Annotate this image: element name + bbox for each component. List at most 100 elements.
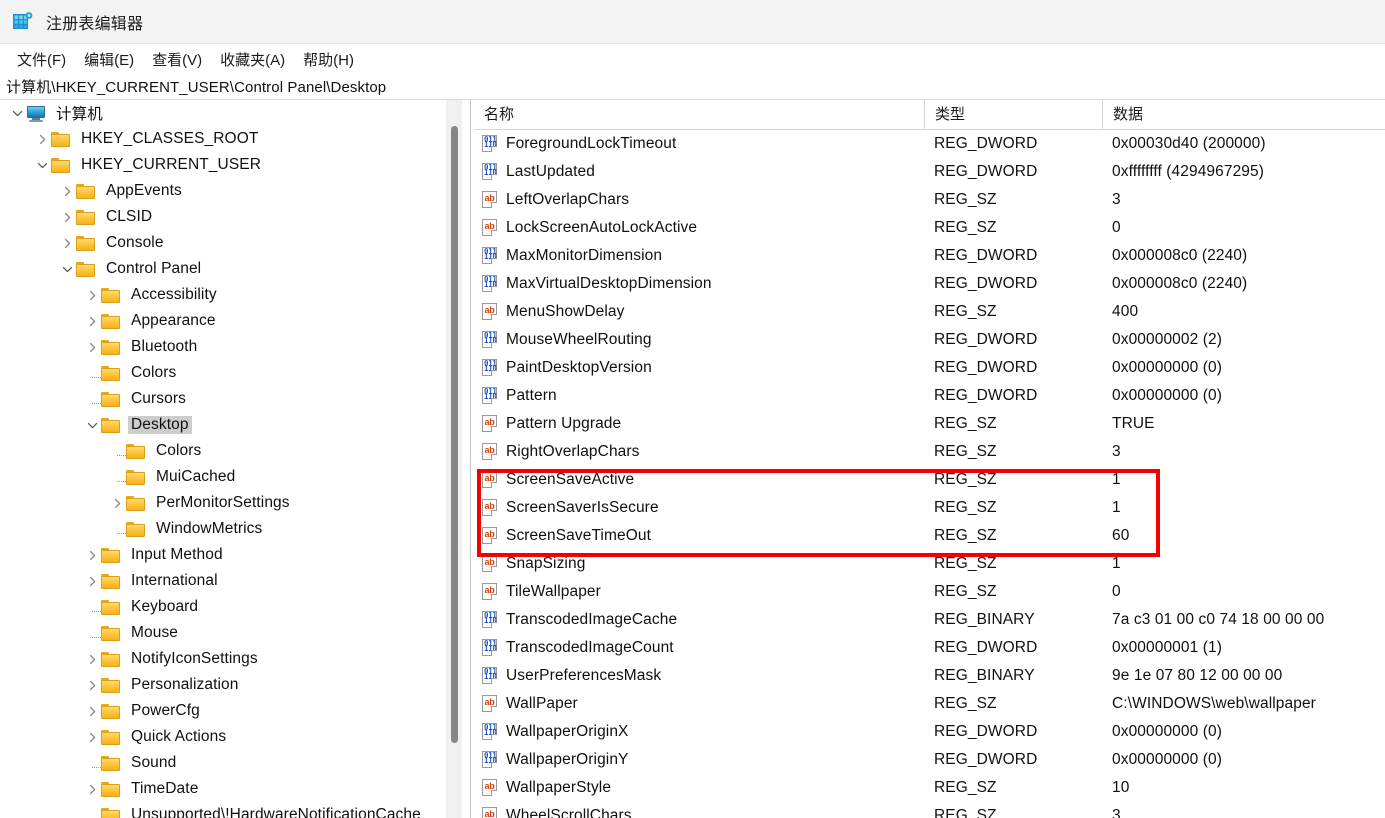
column-header-data[interactable]: 数据 (1102, 100, 1385, 130)
tree-item-appevents[interactable]: AppEvents (0, 178, 470, 204)
chevron-right-icon[interactable] (83, 546, 101, 564)
value-row[interactable]: 011 110 MaxVirtualDesktopDimension REG_DWOR… (474, 270, 1385, 298)
tree-item-label: Accessibility (131, 286, 217, 303)
menu-edit[interactable]: 编辑(E) (75, 46, 143, 73)
value-row[interactable]: 011 110 WallpaperOriginX REG_DWORD 0x0000000… (474, 718, 1385, 746)
column-header-type[interactable]: 类型 (924, 100, 1102, 130)
chevron-right-icon[interactable] (58, 182, 76, 200)
tree-item-windowmetrics[interactable]: WindowMetrics (0, 516, 470, 542)
value-row[interactable]: ab Pattern Upgrade REG_SZ TRUE (474, 410, 1385, 438)
menu-view[interactable]: 查看(V) (143, 46, 211, 73)
value-row[interactable]: ab ScreenSaveActive REG_SZ 1 (474, 466, 1385, 494)
tree-item-label: International (131, 572, 218, 589)
value-row[interactable]: ab TileWallpaper REG_SZ 0 (474, 578, 1385, 606)
value-row[interactable]: ab LeftOverlapChars REG_SZ 3 (474, 186, 1385, 214)
chevron-down-icon[interactable] (8, 104, 26, 122)
value-row[interactable]: 011 110 Pattern REG_DWORD 0x00000000 (0) (474, 382, 1385, 410)
chevron-down-icon[interactable] (83, 416, 101, 434)
value-data: TRUE (1112, 415, 1155, 432)
column-header-name[interactable]: 名称 (474, 100, 924, 130)
chevron-down-icon[interactable] (58, 260, 76, 278)
tree-item-sound[interactable]: Sound (0, 750, 470, 776)
window-title: 注册表编辑器 (46, 15, 144, 33)
menu-file[interactable]: 文件(F) (8, 46, 75, 73)
value-row[interactable]: 011 110 TranscodedImageCache REG_BINARY 7a c… (474, 606, 1385, 634)
tree-item-keyboard[interactable]: Keyboard (0, 594, 470, 620)
chevron-right-icon[interactable] (83, 676, 101, 694)
tree-item-label: Keyboard (131, 598, 199, 615)
tree-item-cursors[interactable]: Cursors (0, 386, 470, 412)
tree-vertical-scrollbar[interactable] (446, 100, 462, 818)
tree-item-personalization[interactable]: Personalization (0, 672, 470, 698)
chevron-right-icon[interactable] (58, 208, 76, 226)
value-row[interactable]: 011 110 MouseWheelRouting REG_DWORD 0x000000… (474, 326, 1385, 354)
value-row[interactable]: 011 110 ForegroundLockTimeout REG_DWORD 0x00… (474, 130, 1385, 158)
chevron-right-icon[interactable] (83, 312, 101, 330)
value-row[interactable]: ab WallPaper REG_SZ C:\WINDOWS\web\wallpape… (474, 690, 1385, 718)
tree-item-input-method[interactable]: Input Method (0, 542, 470, 568)
value-row[interactable]: ab LockScreenAutoLockActive REG_SZ 0 (474, 214, 1385, 242)
value-row[interactable]: 011 110 LastUpdated REG_DWORD 0xffffffff (42… (474, 158, 1385, 186)
tree-item-quick-actions[interactable]: Quick Actions (0, 724, 470, 750)
tree-item-timedate[interactable]: TimeDate (0, 776, 470, 802)
chevron-down-icon[interactable] (33, 156, 51, 174)
tree-item-mouse[interactable]: Mouse (0, 620, 470, 646)
value-data-cell: 60 (1102, 527, 1385, 545)
value-row[interactable]: ab MenuShowDelay REG_SZ 400 (474, 298, 1385, 326)
value-row[interactable]: ab RightOverlapChars REG_SZ 3 (474, 438, 1385, 466)
chevron-right-icon[interactable] (83, 338, 101, 356)
value-data-cell: 0 (1102, 583, 1385, 601)
tree-item-international[interactable]: International (0, 568, 470, 594)
tree-item-accessibility[interactable]: Accessibility (0, 282, 470, 308)
tree-item-appearance[interactable]: Appearance (0, 308, 470, 334)
value-row[interactable]: 011 110 PaintDesktopVersion REG_DWORD 0x0000… (474, 354, 1385, 382)
tree-item-hkey-classes-root[interactable]: HKEY_CLASSES_ROOT (0, 126, 470, 152)
value-data-cell: 0x00000001 (1) (1102, 639, 1385, 657)
menu-favorites[interactable]: 收藏夹(A) (211, 46, 294, 73)
registry-tree[interactable]: 计算机 HKEY_CLASSES_ROOT HKEY_CURRENT_USER App… (0, 100, 470, 818)
tree-item-notifyiconsettings[interactable]: NotifyIconSettings (0, 646, 470, 672)
value-row[interactable]: ab ScreenSaverIsSecure REG_SZ 1 (474, 494, 1385, 522)
value-row[interactable]: ab ScreenSaveTimeOut REG_SZ 60 (474, 522, 1385, 550)
value-name: ForegroundLockTimeout (506, 135, 677, 152)
tree-item-console[interactable]: Console (0, 230, 470, 256)
menu-help[interactable]: 帮助(H) (294, 46, 363, 73)
value-row[interactable]: 011 110 UserPreferencesMask REG_BINARY 9e 1e… (474, 662, 1385, 690)
tree-item-colors[interactable]: Colors (0, 438, 470, 464)
value-data-cell: 3 (1102, 443, 1385, 461)
tree-item-[interactable]: 计算机 (0, 100, 470, 126)
value-data: 0x00030d40 (200000) (1112, 135, 1266, 152)
tree-item-bluetooth[interactable]: Bluetooth (0, 334, 470, 360)
value-row[interactable]: ab WallpaperStyle REG_SZ 10 (474, 774, 1385, 802)
tree-item-muicached[interactable]: MuiCached (0, 464, 470, 490)
value-row[interactable]: 011 110 MaxMonitorDimension REG_DWORD 0x0000… (474, 242, 1385, 270)
chevron-right-icon[interactable] (83, 780, 101, 798)
chevron-right-icon[interactable] (83, 702, 101, 720)
value-row[interactable]: 011 110 TranscodedImageCount REG_DWORD 0x000… (474, 634, 1385, 662)
value-row[interactable]: ab SnapSizing REG_SZ 1 (474, 550, 1385, 578)
tree-scrollbar-thumb[interactable] (451, 126, 458, 743)
chevron-right-icon[interactable] (108, 494, 126, 512)
tree-item-colors[interactable]: Colors (0, 360, 470, 386)
chevron-right-icon[interactable] (83, 728, 101, 746)
chevron-right-icon[interactable] (83, 650, 101, 668)
registry-values-list[interactable]: 011 110 ForegroundLockTimeout REG_DWORD 0x00… (474, 130, 1385, 818)
tree-item-hkey-current-user[interactable]: HKEY_CURRENT_USER (0, 152, 470, 178)
value-name: Pattern Upgrade (506, 415, 622, 432)
address-bar[interactable]: 计算机\HKEY_CURRENT_USER\Control Panel\Desk… (0, 74, 1385, 100)
chevron-right-icon[interactable] (33, 130, 51, 148)
tree-item-powercfg[interactable]: PowerCfg (0, 698, 470, 724)
tree-item-permonitorsettings[interactable]: PerMonitorSettings (0, 490, 470, 516)
chevron-right-icon[interactable] (83, 286, 101, 304)
value-row[interactable]: ab WheelScrollChars REG_SZ 3 (474, 802, 1385, 818)
value-name-cell: ab SnapSizing (474, 555, 924, 573)
value-row[interactable]: 011 110 WallpaperOriginY REG_DWORD 0x0000000… (474, 746, 1385, 774)
tree-item-desktop[interactable]: Desktop (0, 412, 470, 438)
tree-item-clsid[interactable]: CLSID (0, 204, 470, 230)
tree-item-control-panel[interactable]: Control Panel (0, 256, 470, 282)
chevron-right-icon[interactable] (58, 234, 76, 252)
value-type-cell: REG_BINARY (924, 611, 1102, 629)
value-name: TranscodedImageCount (506, 639, 674, 656)
chevron-right-icon[interactable] (83, 572, 101, 590)
tree-item-unsupported-hardwarenotificationcache[interactable]: Unsupported\!HardwareNotificationCache (0, 802, 470, 818)
